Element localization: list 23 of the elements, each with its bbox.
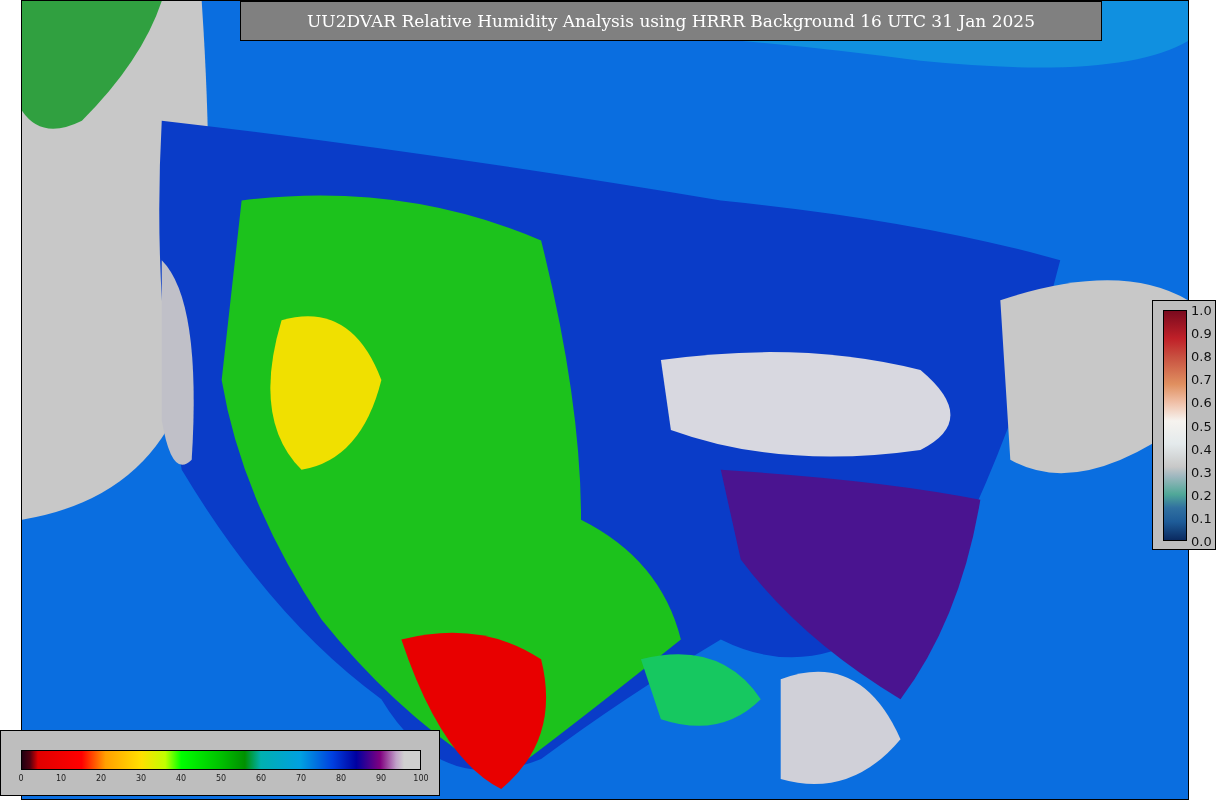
scale-label: 10 bbox=[55, 774, 67, 783]
scale-label: 70 bbox=[295, 774, 307, 783]
scale-label: 100 bbox=[413, 774, 429, 783]
scale-label: 0.9 bbox=[1191, 325, 1212, 341]
scale-label: 90 bbox=[375, 774, 387, 783]
scale-label: 0.5 bbox=[1191, 418, 1212, 433]
scale-label: 0.6 bbox=[1191, 394, 1212, 410]
scale-label: 60 bbox=[255, 774, 267, 783]
map-title: UU2DVAR Relative Humidity Analysis using HRRR Background 16 UTC 31 Jan 2025 bbox=[240, 1, 1102, 41]
scale-label: 0.1 bbox=[1191, 510, 1212, 526]
scale-label: 0.0 bbox=[1191, 533, 1212, 549]
scale-label: 0.3 bbox=[1191, 464, 1212, 480]
scale-label: 0.8 bbox=[1191, 348, 1212, 364]
scale-label: 0 bbox=[18, 774, 24, 783]
scale-label: 50 bbox=[215, 774, 227, 783]
scale-label: 80 bbox=[335, 774, 347, 783]
scale-label: 0.2 bbox=[1191, 487, 1212, 503]
scale-label: 40 bbox=[175, 774, 187, 783]
scale-label: 1.0 bbox=[1191, 302, 1212, 318]
scale-label: 0.7 bbox=[1191, 371, 1212, 387]
scale-label: 30 bbox=[135, 774, 147, 783]
scale-label: 0.4 bbox=[1191, 441, 1212, 457]
scale-label: 20 bbox=[95, 774, 107, 783]
